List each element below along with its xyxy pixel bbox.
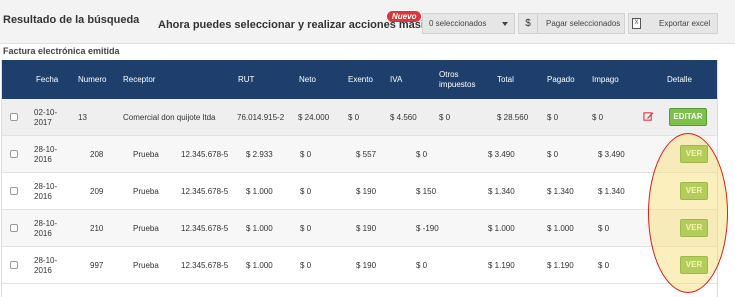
cell-exento: $ 0 bbox=[348, 112, 360, 122]
cell-iva: $ 190 bbox=[356, 186, 377, 196]
edit-button[interactable]: EDITAR bbox=[669, 108, 707, 126]
cell-total: $ 28.560 bbox=[497, 112, 529, 122]
col-impago[interactable]: Impago bbox=[592, 60, 619, 99]
edit-icon[interactable] bbox=[643, 111, 654, 122]
cell-impago: $ 0 bbox=[592, 112, 604, 122]
cell-iva: $ 4.560 bbox=[390, 112, 417, 122]
cell-total: $ 1.190 bbox=[488, 260, 515, 270]
table-row[interactable]: 28-10-2016 210 Prueba 12.345.678-5 $ 1.0… bbox=[2, 210, 717, 247]
col-pagado[interactable]: Pagado bbox=[547, 60, 575, 99]
view-button[interactable]: VER bbox=[680, 145, 708, 163]
cell-pagado: $ 1.190 bbox=[547, 260, 574, 270]
cell-numero: 997 bbox=[90, 260, 104, 270]
cell-fecha: 28-10-2016 bbox=[34, 144, 58, 164]
cell-receptor: Comercial don quijote ltda bbox=[123, 112, 216, 122]
col-detalle: Detalle bbox=[667, 75, 692, 84]
table-row[interactable]: 28-10-2016 997 Prueba 12.345.678-5 $ 1.0… bbox=[2, 247, 717, 284]
export-excel-label: Exportar excel bbox=[659, 19, 711, 28]
cell-receptor: Prueba bbox=[133, 260, 159, 270]
cell-pagado: $ 0 bbox=[547, 112, 559, 122]
col-fecha[interactable]: Fecha bbox=[36, 60, 58, 99]
pay-selected-label: Pagar seleccionados bbox=[546, 19, 621, 28]
export-excel-button[interactable]: X Exportar excel bbox=[628, 13, 718, 34]
new-badge: Nuevo bbox=[387, 11, 422, 22]
cell-pagado: $ 0 bbox=[547, 149, 559, 159]
cell-numero: 210 bbox=[90, 223, 104, 233]
cell-otros: $ 0 bbox=[416, 260, 428, 270]
cell-rut: 76.014.915-2 bbox=[237, 112, 285, 122]
cell-numero: 208 bbox=[90, 149, 104, 159]
col-numero[interactable]: Numero bbox=[78, 60, 106, 99]
col-total[interactable]: Total bbox=[497, 60, 514, 99]
cell-rut: 12.345.678-5 bbox=[181, 186, 229, 196]
col-rut[interactable]: RUT bbox=[238, 60, 254, 99]
cell-neto: $ 2.933 bbox=[246, 149, 273, 159]
caret-down-icon bbox=[502, 22, 508, 26]
invoices-table: Fecha Numero Receptor RUT Neto Exento IV… bbox=[1, 60, 718, 297]
cell-otros: $ 150 bbox=[416, 186, 437, 196]
cell-rut: 12.345.678-5 bbox=[181, 149, 229, 159]
cell-fecha: 28-10-2016 bbox=[34, 218, 58, 238]
row-checkbox[interactable] bbox=[10, 187, 18, 195]
row-checkbox[interactable] bbox=[10, 113, 18, 121]
cell-iva: $ 190 bbox=[356, 260, 377, 270]
view-button[interactable]: VER bbox=[680, 219, 708, 237]
cell-pagado: $ 1.340 bbox=[547, 186, 574, 196]
cell-otros: $ 0 bbox=[416, 149, 428, 159]
cell-fecha: 02-10-2017 bbox=[34, 107, 58, 127]
table-row[interactable]: 28-10-2016 209 Prueba 12.345.678-5 $ 1.0… bbox=[2, 173, 717, 210]
cell-fecha: 28-10-2016 bbox=[34, 255, 58, 275]
cell-neto: $ 24.000 bbox=[298, 112, 330, 122]
cell-exento: $ 0 bbox=[300, 260, 312, 270]
search-result-title: Resultado de la búsqueda bbox=[3, 14, 140, 26]
pay-selected-button[interactable]: $ Pagar seleccionados bbox=[518, 13, 625, 34]
dollar-icon: $ bbox=[519, 14, 538, 33]
cell-total: $ 3.490 bbox=[488, 149, 515, 159]
cell-total: $ 1.340 bbox=[488, 186, 515, 196]
cell-pagado: $ 1.000 bbox=[547, 223, 574, 233]
cell-neto: $ 1.000 bbox=[246, 223, 273, 233]
row-checkbox[interactable] bbox=[10, 150, 18, 158]
cell-otros: $ -190 bbox=[416, 223, 439, 233]
col-receptor[interactable]: Receptor bbox=[123, 60, 155, 99]
cell-rut: 12.345.678-5 bbox=[181, 260, 229, 270]
col-iva[interactable]: IVA bbox=[390, 60, 402, 99]
col-exento[interactable]: Exento bbox=[348, 60, 373, 99]
cell-impago: $ 0 bbox=[598, 223, 610, 233]
table-row[interactable]: 28-10-2016 208 Prueba 12.345.678-5 $ 2.9… bbox=[2, 136, 717, 173]
cell-iva: $ 190 bbox=[356, 223, 377, 233]
cell-exento: $ 0 bbox=[300, 149, 312, 159]
cell-neto: $ 1.000 bbox=[246, 186, 273, 196]
cell-impago: $ 0 bbox=[598, 260, 610, 270]
cell-impago: $ 3.490 bbox=[598, 149, 625, 159]
cell-exento: $ 0 bbox=[300, 223, 312, 233]
view-button[interactable]: VER bbox=[680, 256, 708, 274]
cell-numero: 13 bbox=[78, 112, 87, 122]
cell-receptor: Prueba bbox=[133, 223, 159, 233]
cell-neto: $ 1.000 bbox=[246, 260, 273, 270]
row-checkbox[interactable] bbox=[10, 261, 18, 269]
cell-fecha: 28-10-2016 bbox=[34, 181, 58, 201]
cell-impago: $ 1.340 bbox=[598, 186, 625, 196]
table-row[interactable]: 02-10-2017 13 Comercial don quijote ltda… bbox=[2, 99, 717, 136]
cell-total: $ 1.000 bbox=[488, 223, 515, 233]
cell-numero: 209 bbox=[90, 186, 104, 196]
cell-exento: $ 0 bbox=[300, 186, 312, 196]
cell-receptor: Prueba bbox=[133, 149, 159, 159]
top-toolbar: Resultado de la búsqueda Ahora puedes se… bbox=[0, 0, 735, 44]
selected-dropdown[interactable]: 0 seleccionados bbox=[422, 13, 515, 34]
cell-otros: $ 0 bbox=[439, 112, 451, 122]
section-title: Factura electrónica emitida bbox=[3, 46, 120, 56]
cell-receptor: Prueba bbox=[133, 186, 159, 196]
excel-icon: X bbox=[632, 18, 641, 29]
col-otros-impuestos[interactable]: Otros impuestos bbox=[439, 60, 485, 99]
cell-rut: 12.345.678-5 bbox=[181, 223, 229, 233]
table-header: Fecha Numero Receptor RUT Neto Exento IV… bbox=[2, 60, 717, 99]
selected-dropdown-label: 0 seleccionados bbox=[429, 19, 487, 28]
row-checkbox[interactable] bbox=[10, 224, 18, 232]
col-neto[interactable]: Neto bbox=[299, 60, 316, 99]
cell-iva: $ 557 bbox=[356, 149, 377, 159]
view-button[interactable]: VER bbox=[680, 182, 708, 200]
